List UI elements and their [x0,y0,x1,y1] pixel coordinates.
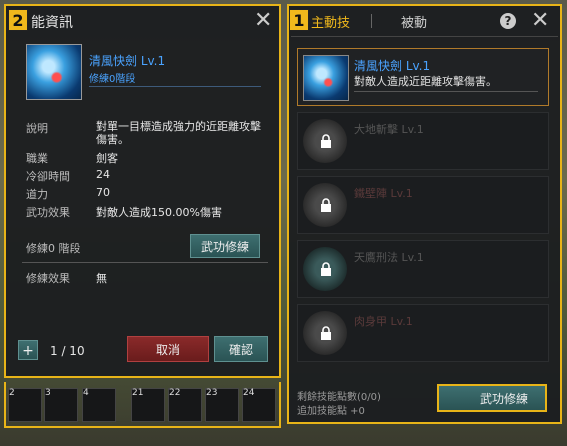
skill-slot-description: 對敵人造成近距離攻擊傷害。 [354,75,497,88]
info-value-mana: 70 [96,186,110,199]
hotbar-slot-number: 21 [132,388,144,398]
skill-slot-name: 大地斬擊 Lv.1 [354,123,424,136]
hotbar-slot-number: 4 [83,388,89,398]
hotbar-slot-number: 22 [169,388,181,398]
info-value-description: 對單一目標造成強力的近距離攻擊傷害。 [96,120,261,146]
training-effect-value: 無 [96,272,107,285]
divider [22,262,268,263]
info-value-class: 劍客 [96,152,118,165]
close-icon[interactable]: ✕ [531,10,549,32]
skill-icon [26,44,82,100]
training-stage-label: 修練0 階段 [26,242,81,255]
extra-skill-points: 追加技能點 +0 [297,406,365,417]
hotbar-slot-number: 24 [243,388,255,398]
tab-active-skills[interactable]: 主動技 [311,12,350,31]
skill-slot-5[interactable]: 肉身甲 Lv.1 [297,304,549,362]
callout-badge-1: 1 [289,9,309,31]
close-icon[interactable]: ✕ [254,10,272,32]
lock-icon [321,198,331,212]
locked-skill-icon [303,183,347,227]
skill-slot-name: 清風快劍 Lv.1 [354,59,431,73]
lock-icon [321,134,331,148]
skill-slot-name: 鐵壁陣 Lv.1 [354,187,413,200]
info-label-cooldown: 冷卻時間 [26,170,70,183]
level-counter: 1 / 10 [50,344,85,358]
lock-icon [321,262,331,276]
tab-divider [371,14,372,28]
skill-slot-name: 肉身甲 Lv.1 [354,315,413,328]
hotbar-slot-number: 23 [206,388,218,398]
info-label-mana: 道力 [26,188,48,201]
cancel-button[interactable]: 取消 [127,336,209,362]
help-icon[interactable]: ? [500,13,516,29]
skill-slot-1[interactable]: 清風快劍 Lv.1 對敵人造成近距離攻擊傷害。 [297,48,549,106]
lock-icon [321,326,331,340]
skill-slot-4[interactable]: 天鷹刑法 Lv.1 [297,240,549,298]
hotbar-slot-number: 2 [9,388,15,398]
info-value-effect: 對敵人造成150.00%傷害 [96,206,222,219]
skill-slot-2[interactable]: 大地斬擊 Lv.1 [297,112,549,170]
skill-icon [303,55,349,101]
info-value-cooldown: 24 [96,168,110,181]
callout-badge-2: 2 [8,9,28,31]
skill-stage: 修練0階段 [89,74,136,85]
info-label-description: 說明 [26,122,48,135]
info-label-class: 職業 [26,152,48,165]
locked-skill-icon [303,119,347,163]
train-skill-button[interactable]: 武功修練 [437,384,547,412]
skill-slot-3[interactable]: 鐵壁陣 Lv.1 [297,176,549,234]
hotbar-slot-number: 3 [45,388,51,398]
confirm-button[interactable]: 確認 [214,336,268,362]
remaining-skill-points: 剩餘技能點數(0/0) [297,392,381,403]
info-label-effect: 武功效果 [26,206,70,219]
divider [354,91,538,92]
tab-passive-skills[interactable]: 被動 [401,12,427,31]
skill-info-title: 能資訊 [31,15,73,31]
train-skill-button[interactable]: 武功修練 [190,234,260,258]
locked-skill-icon [303,247,347,291]
divider [89,86,261,87]
skill-slot-name: 天鷹刑法 Lv.1 [354,251,424,264]
increment-button[interactable]: + [18,340,38,360]
training-effect-label: 修練效果 [26,272,70,285]
skill-name: 清風快劍 Lv.1 [89,54,166,68]
divider [291,36,558,37]
locked-skill-icon [303,311,347,355]
